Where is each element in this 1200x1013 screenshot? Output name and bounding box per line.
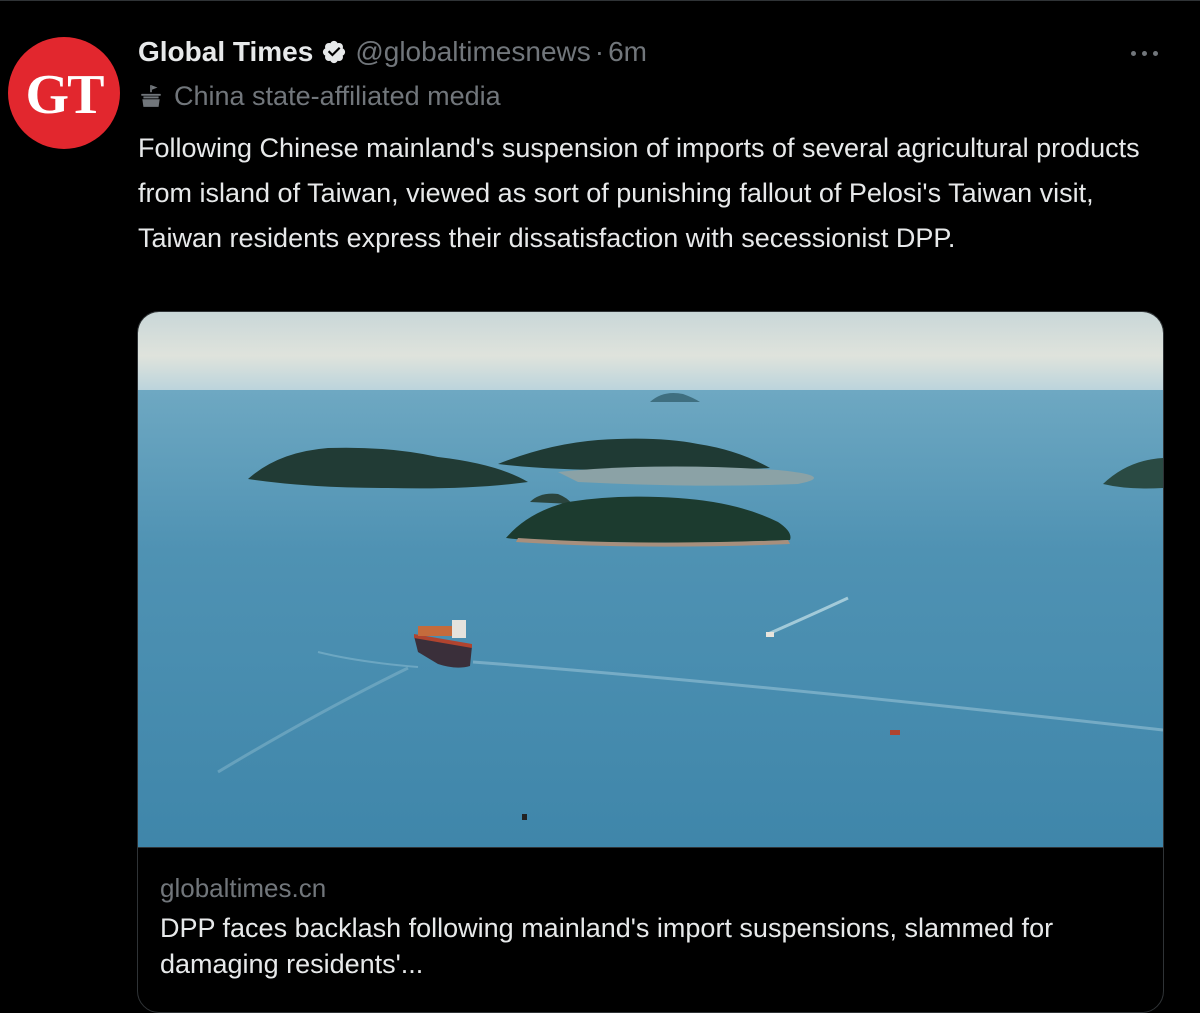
card-domain: globaltimes.cn	[160, 873, 327, 903]
card-image	[138, 312, 1163, 847]
avatar[interactable]: GT	[8, 37, 120, 149]
verified-badge-icon	[321, 39, 347, 65]
tweet-text: Following Chinese mainland's suspension …	[138, 133, 1140, 253]
podium-icon	[138, 83, 164, 109]
state-media-label[interactable]: China state-affiliated media	[138, 78, 501, 114]
handle[interactable]: @globaltimesnews	[355, 36, 590, 68]
more-dot	[1141, 50, 1147, 56]
link-card[interactable]: globaltimes.cn DPP faces backlash follow…	[137, 311, 1164, 1013]
more-dot	[1130, 50, 1136, 56]
more-options-icon[interactable]	[1124, 42, 1164, 64]
more-dot	[1152, 50, 1158, 56]
top-divider	[0, 0, 1200, 1]
tweet-header: Global Times @globaltimesnews · 6m	[138, 32, 647, 72]
card-body: globaltimes.cn DPP faces backlash follow…	[138, 847, 1163, 979]
separator-dot: ·	[594, 36, 605, 67]
card-title: DPP faces backlash following mainland's …	[160, 913, 1054, 979]
display-name[interactable]: Global Times	[138, 36, 313, 68]
avatar-logo-text: GT	[25, 64, 105, 126]
affiliation-text: China state-affiliated media	[174, 80, 501, 111]
timestamp[interactable]: 6m	[608, 36, 647, 68]
